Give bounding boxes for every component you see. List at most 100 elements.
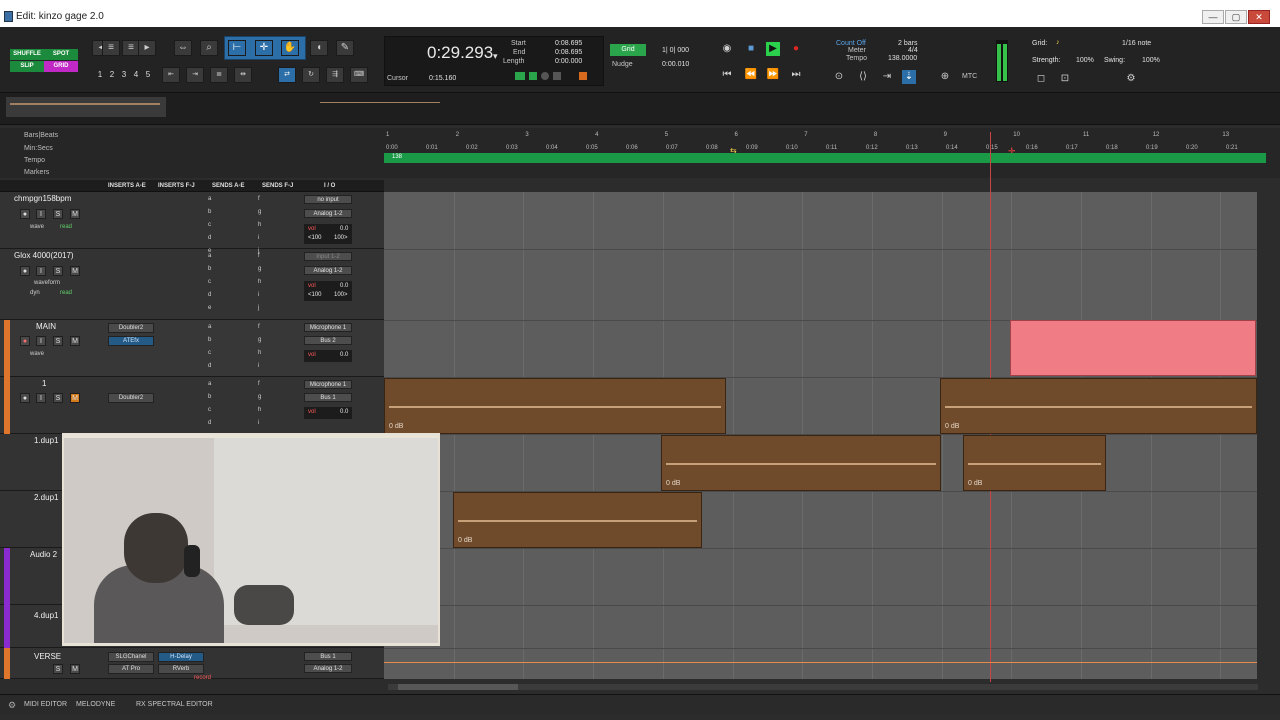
- volume-pan-readout[interactable]: vol 0.0 <100 100>: [304, 281, 352, 301]
- input-selector[interactable]: input 1-2: [304, 252, 352, 261]
- pre-roll-icon[interactable]: ⇥: [880, 70, 894, 84]
- output-selector[interactable]: Bus 2: [304, 336, 352, 345]
- audio-clip-dup2[interactable]: 0 dB: [453, 492, 702, 548]
- start-value[interactable]: 0:08.695: [555, 40, 582, 47]
- record-arm-icon[interactable]: ●: [20, 266, 30, 276]
- mute-button[interactable]: M: [70, 336, 80, 346]
- tempo-value[interactable]: 138.0000: [888, 55, 917, 62]
- main-time-counter[interactable]: 0:29.293: [427, 43, 493, 63]
- spot-mode-button[interactable]: SPOT: [44, 49, 78, 60]
- maximize-button[interactable]: ▢: [1225, 10, 1247, 24]
- rx-spectral-editor-tab[interactable]: RX SPECTRAL EDITOR: [136, 701, 213, 708]
- universe-overview[interactable]: [0, 93, 1280, 125]
- output-selector[interactable]: Analog 1-2: [304, 209, 352, 218]
- scrollbar-thumb[interactable]: [398, 684, 518, 690]
- overview-viewport[interactable]: [6, 97, 166, 117]
- record-button[interactable]: ●: [789, 42, 803, 56]
- track-verse[interactable]: VERSE S M SLGChanel AT Pro H-Delay RVerb…: [0, 648, 384, 681]
- link-track-icon[interactable]: ⇄: [278, 67, 296, 83]
- insert-plugin-3[interactable]: H-Delay: [158, 652, 204, 662]
- volume-readout[interactable]: vol 0.0: [304, 407, 352, 419]
- midi-input-icon[interactable]: [515, 72, 525, 80]
- audio-clip-dup1-b[interactable]: 0 dB: [963, 435, 1106, 491]
- solo-button[interactable]: S: [53, 393, 63, 403]
- nudge-left-icon[interactable]: ⇤: [162, 67, 180, 83]
- grid-mode-button[interactable]: GRID: [44, 61, 78, 72]
- input-selector[interactable]: no input: [304, 195, 352, 204]
- insert-plugin-2[interactable]: ATEfx: [108, 336, 154, 346]
- mute-button[interactable]: M: [70, 266, 80, 276]
- grid-value[interactable]: 1| 0| 000: [662, 47, 689, 54]
- nudge-label[interactable]: Nudge: [612, 61, 633, 68]
- input-monitor-icon[interactable]: I: [36, 393, 46, 403]
- audio-clip-dup1-a[interactable]: 0 dB: [661, 435, 941, 491]
- midi-editor-tab[interactable]: MIDI EDITOR: [24, 701, 67, 708]
- tempo-label[interactable]: Tempo: [846, 55, 867, 62]
- tab-to-transient-icon[interactable]: ≣: [210, 67, 228, 83]
- mtc-button[interactable]: MTC: [962, 73, 977, 80]
- record-arm-icon[interactable]: ●: [20, 336, 30, 346]
- track-view-selector[interactable]: waveform: [34, 280, 60, 286]
- solo-button[interactable]: S: [53, 336, 63, 346]
- settings-gear-icon[interactable]: ⚙: [1124, 72, 1138, 86]
- track-name[interactable]: Audio 2: [30, 550, 57, 559]
- zoom-preset-4[interactable]: 4: [131, 70, 141, 81]
- mute-button[interactable]: M: [70, 393, 80, 403]
- tempo-ruler-bar[interactable]: 138: [384, 153, 1266, 163]
- loop-play-icon[interactable]: ⊙: [832, 70, 846, 84]
- mirror-midi-icon[interactable]: ⇶: [326, 67, 344, 83]
- track-1[interactable]: 1 ● I S M Doubler2 Microphone 1 Bus 1 vo…: [0, 377, 384, 434]
- play-button[interactable]: ▶: [766, 42, 780, 56]
- gear-icon[interactable]: ⚙: [8, 700, 16, 711]
- track-glox4000[interactable]: Glox 4000(2017) ● I S M waveform dyn rea…: [0, 249, 384, 320]
- record-arm-icon[interactable]: ●: [20, 209, 30, 219]
- slip-mode-button[interactable]: SLIP: [10, 61, 44, 72]
- track-name[interactable]: Glox 4000(2017): [14, 251, 74, 260]
- track-name[interactable]: 1: [42, 379, 46, 388]
- wait-note-icon[interactable]: [529, 72, 537, 80]
- automation-mode[interactable]: read: [60, 224, 72, 230]
- input-monitor-icon[interactable]: I: [36, 266, 46, 276]
- go-to-end-button[interactable]: ⏭: [789, 68, 803, 82]
- insert-plugin-4[interactable]: RVerb: [158, 664, 204, 674]
- solo-button[interactable]: S: [53, 664, 63, 674]
- output-selector[interactable]: Analog 1-2: [304, 266, 352, 275]
- output-selector[interactable]: Bus 1: [304, 393, 352, 402]
- sync-icon[interactable]: ⊕: [938, 70, 952, 84]
- automation-mode[interactable]: read: [60, 290, 72, 296]
- zoomer-tool-icon[interactable]: ⇔: [174, 40, 192, 56]
- input-selector[interactable]: Microphone 1: [304, 323, 352, 332]
- insert-plugin-1[interactable]: SLGChanel: [108, 652, 154, 662]
- insert-plugin-1[interactable]: Doubler2: [108, 323, 154, 333]
- fast-forward-button[interactable]: ⏩: [766, 68, 780, 82]
- scrubber-tool-icon[interactable]: ◖: [310, 40, 328, 56]
- edit-timeline-area[interactable]: 0 dB 0 dB 0 dB 0 dB 0 dB: [384, 132, 1257, 682]
- link-timeline-icon[interactable]: ⇹: [234, 67, 252, 83]
- rewind-button[interactable]: ⏪: [744, 68, 758, 82]
- track-name[interactable]: VERSE: [34, 652, 61, 661]
- swing-value[interactable]: 100%: [1142, 57, 1160, 64]
- dynamic-transport-icon[interactable]: ⟨⟩: [856, 70, 870, 84]
- input-quantize-icon[interactable]: ⊡: [1058, 72, 1072, 86]
- auto-punch-icon[interactable]: ⇣: [902, 70, 916, 84]
- track-chmpgn158bpm[interactable]: chmpgn158bpm ● I S M wave read no input …: [0, 192, 384, 249]
- track-view-selector[interactable]: wave: [30, 224, 44, 230]
- zoom-preset-2[interactable]: 2: [107, 70, 117, 81]
- zoom-preset-3[interactable]: 3: [119, 70, 129, 81]
- solo-button[interactable]: S: [53, 266, 63, 276]
- length-value[interactable]: 0:00.000: [555, 58, 582, 65]
- track-view-selector[interactable]: wave: [30, 351, 44, 357]
- zoom-preset-5[interactable]: 5: [143, 70, 153, 81]
- stop-button[interactable]: ■: [744, 42, 758, 56]
- input-selector[interactable]: Microphone 1: [304, 380, 352, 389]
- zoom-in-icon[interactable]: ▸: [138, 40, 156, 56]
- counter-dropdown-icon[interactable]: ▾: [493, 51, 498, 62]
- trim-tool-icon[interactable]: ⊢: [228, 40, 246, 56]
- audio-clip-track1-b[interactable]: 0 dB: [940, 378, 1257, 434]
- insert-plugin-2[interactable]: AT Pro: [108, 664, 154, 674]
- magnifier-icon[interactable]: ⌕: [200, 40, 218, 56]
- strength-value[interactable]: 100%: [1076, 57, 1094, 64]
- horizontal-scrollbar[interactable]: [388, 684, 1258, 690]
- minimize-button[interactable]: —: [1202, 10, 1224, 24]
- track-name[interactable]: 2.dup1: [34, 493, 58, 502]
